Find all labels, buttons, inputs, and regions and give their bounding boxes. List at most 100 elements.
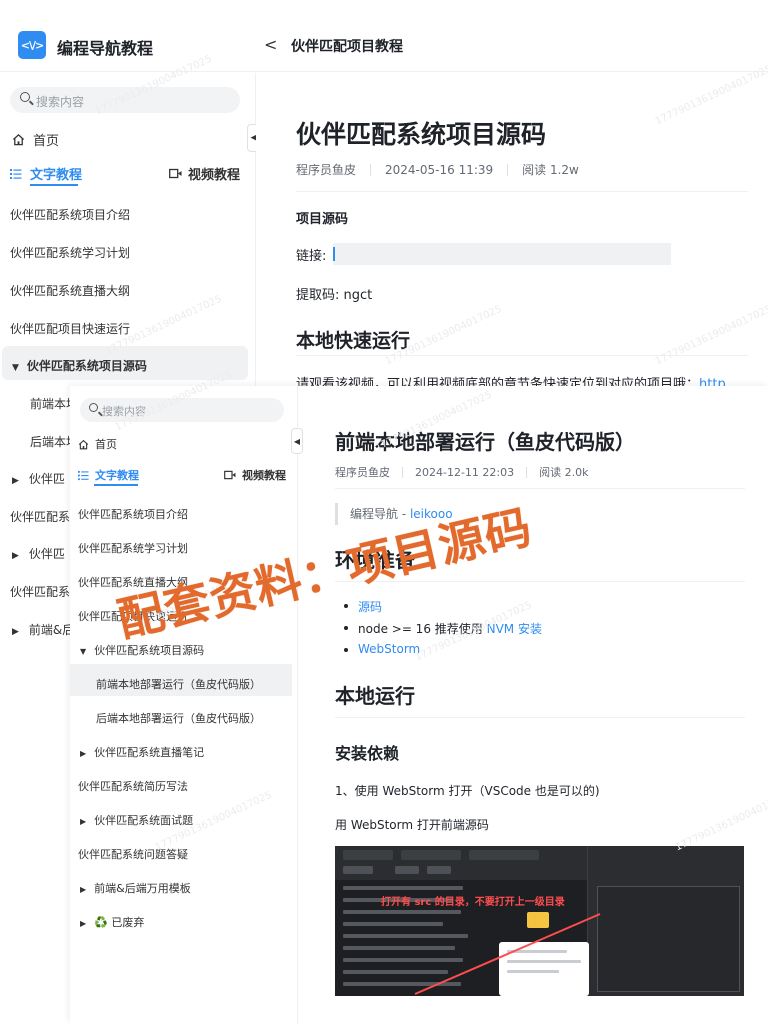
bullet xyxy=(344,604,348,608)
sidebar-item[interactable]: 伙伴匹配系统简历写法 xyxy=(78,778,188,794)
caret-right-icon: ▶ xyxy=(12,551,19,561)
caret-right-icon: ▶ xyxy=(12,476,19,486)
divider xyxy=(335,717,745,718)
link-redacted[interactable] xyxy=(333,243,671,265)
ide-tool xyxy=(395,866,419,874)
overlay-article: 前端本地部署运行（鱼皮代码版） 程序员鱼皮 2024-12-11 22:03 阅… xyxy=(298,386,768,1024)
article-author[interactable]: 程序员鱼皮 xyxy=(296,161,356,178)
tab-text-tutorial[interactable]: 文字教程 xyxy=(78,467,139,486)
sidebar-item[interactable]: ▶ 伙伴匹配系统面试题 xyxy=(80,812,193,828)
caret-right-icon: ▶ xyxy=(80,817,87,826)
overlay-tab-bar: 文字教程 视频教程 xyxy=(78,467,286,487)
link-label: 链接: xyxy=(296,249,327,264)
list-item: 源码 xyxy=(344,598,382,615)
sidebar-item-label: 伙伴匹 xyxy=(28,547,65,561)
sidebar-item-label: 前端&后端万用模板 xyxy=(94,882,191,895)
caret-right-icon: ▶ xyxy=(12,627,19,637)
list-item: WebStorm xyxy=(344,642,420,656)
ide-screenshot: 打开有 src 的目录，不要打开上一级目录 xyxy=(335,846,744,996)
tab-video-label: 视频教程 xyxy=(187,168,240,183)
caret-right-icon: ▶ xyxy=(80,749,87,758)
webstorm-link[interactable]: WebStorm xyxy=(358,642,420,656)
list-icon xyxy=(78,470,89,480)
ide-file-row xyxy=(343,886,463,890)
sidebar-item[interactable]: ▶ ♻️ 已废弃 xyxy=(80,914,144,930)
search-icon xyxy=(89,403,98,412)
sidebar-item[interactable]: 伙伴匹配系统问题答疑 xyxy=(78,846,188,862)
bullet xyxy=(344,626,348,630)
tab-video-tutorial[interactable]: 视频教程 xyxy=(224,467,286,483)
tab-text-tutorial[interactable]: 文字教程 xyxy=(10,164,83,186)
video-icon xyxy=(169,168,182,179)
ide-tab xyxy=(343,850,393,860)
sidebar-item-label: 前端&后 xyxy=(28,623,75,637)
brand-title[interactable]: 编程导航教程 xyxy=(57,35,153,59)
heading-run: 本地运行 xyxy=(335,684,415,708)
sidebar-item-label: ♻️ 已废弃 xyxy=(94,916,145,929)
home-icon xyxy=(12,133,25,146)
ide-annotation: 打开有 src 的目录，不要打开上一级目录 xyxy=(381,897,565,908)
annotation-arrow-icon xyxy=(414,913,601,995)
sidebar-item[interactable]: ▶ 前端&后端万用模板 xyxy=(80,880,191,896)
video-icon xyxy=(224,470,236,480)
ide-open-dialog xyxy=(597,886,740,992)
extract-code: 提取码: ngct xyxy=(296,288,373,303)
article-reads: 阅读 1.2w xyxy=(522,163,579,177)
sidebar-item[interactable]: 伙伴匹配项目快速运行 xyxy=(10,320,130,337)
sidebar-item[interactable]: 伙伴匹配系统学习计划 xyxy=(78,540,188,556)
ide-tool xyxy=(343,866,373,874)
article-meta: 程序员鱼皮 2024-12-11 22:03 阅读 2.0k xyxy=(335,464,589,480)
sidebar-subitem[interactable]: 后端本地部署运行（鱼皮代码版） xyxy=(96,710,261,726)
tab-bar: 文字教程 视频教程 xyxy=(10,164,244,186)
source-link[interactable]: 源码 xyxy=(358,600,382,614)
ide-tool xyxy=(427,866,451,874)
sidebar-item-label: 伙伴匹 xyxy=(28,472,65,486)
section-title: 项目源码 xyxy=(296,212,349,227)
sidebar-item-active[interactable]: ▼ 伙伴匹配系统项目源码 xyxy=(12,357,147,374)
chevron-left-icon[interactable]: < xyxy=(264,35,277,54)
overlay-screenshot: 搜索内容 首页 文字教程 视频教程 伙伴匹配系统项目介绍 伙伴匹配系统学习计划 … xyxy=(70,370,768,1024)
article-date: 2024-12-11 22:03 xyxy=(415,465,515,479)
search-placeholder: 搜索内容 xyxy=(36,95,85,109)
heading-install: 安装依赖 xyxy=(335,744,400,763)
search-icon xyxy=(20,92,30,102)
article-author[interactable]: 程序员鱼皮 xyxy=(335,464,390,480)
sidebar-item[interactable]: 伙伴匹配系 xyxy=(10,508,70,525)
code-logo-icon[interactable]: <\/> xyxy=(18,31,46,59)
home-label: 首页 xyxy=(95,438,117,451)
tab-text-label: 文字教程 xyxy=(30,168,83,183)
sidebar-item[interactable]: 伙伴匹配系统学习计划 xyxy=(10,244,130,261)
meta-divider xyxy=(402,466,403,478)
tab-text-label: 文字教程 xyxy=(95,469,139,482)
sidebar-item[interactable]: ▶ 伙伴匹 xyxy=(12,470,65,487)
ide-tab xyxy=(401,850,461,860)
sidebar-item[interactable]: ▶ 伙伴匹配系统直播笔记 xyxy=(80,744,204,760)
top-title: 伙伴匹配项目教程 xyxy=(291,39,403,55)
top-bar: <\/> 编程导航教程 < 伙伴匹配项目教程 xyxy=(0,0,768,72)
sidebar-item[interactable]: 伙伴匹配系统项目介绍 xyxy=(10,206,130,223)
divider xyxy=(296,191,748,192)
heading-quick-run: 本地快速运行 xyxy=(296,330,411,352)
sidebar-item[interactable]: 伙伴匹配系统项目介绍 xyxy=(78,506,188,522)
sidebar-item[interactable]: ▶ 前端&后 xyxy=(12,621,74,638)
tab-underline xyxy=(94,484,138,486)
paragraph: 1、使用 WebStorm 打开（VSCode 也是可以的) xyxy=(335,784,600,798)
sidebar-subitem-active[interactable]: 前端本地部署运行（鱼皮代码版） xyxy=(96,676,261,692)
sidebar-item[interactable]: 伙伴匹配系 xyxy=(10,583,70,600)
sidebar-item-home[interactable]: 首页 xyxy=(12,130,59,149)
article-title: 伙伴匹配系统项目源码 xyxy=(296,120,547,149)
bullet xyxy=(344,648,348,652)
overlay-sidebar-home[interactable]: 首页 xyxy=(78,436,117,452)
sidebar-item-label: 伙伴匹配系统直播笔记 xyxy=(94,746,205,759)
sidebar-item[interactable]: ▶ 伙伴匹 xyxy=(12,545,65,562)
caret-down-icon: ▼ xyxy=(80,647,87,656)
article-date: 2024-05-16 11:39 xyxy=(385,162,494,177)
paragraph-cut: 请观看该视频，可以利用视频底部的章节条快速定位到对应的项目哦：http xyxy=(296,373,748,387)
home-icon xyxy=(78,439,89,449)
home-label: 首页 xyxy=(33,134,60,149)
sidebar-item[interactable]: 伙伴匹配系统直播大纲 xyxy=(10,282,130,299)
caret-right-icon: ▶ xyxy=(80,919,87,928)
tab-video-tutorial[interactable]: 视频教程 xyxy=(169,164,240,183)
tab-video-label: 视频教程 xyxy=(242,469,286,482)
divider xyxy=(335,488,745,489)
